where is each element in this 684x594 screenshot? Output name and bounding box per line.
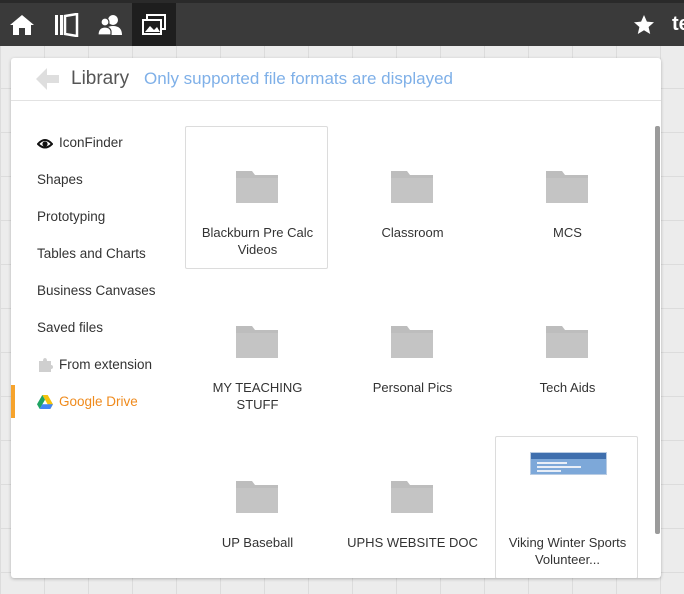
images-button[interactable] xyxy=(132,3,176,46)
file-name: Blackburn Pre Calc Videos xyxy=(201,225,314,257)
sidebar-item-iconfinder[interactable]: IconFinder xyxy=(11,124,181,161)
folder-icon xyxy=(236,171,278,203)
folder-tile[interactable]: MY TEACHING STUFF xyxy=(185,281,328,424)
sidebar-item-label: Saved files xyxy=(37,320,104,335)
home-button[interactable] xyxy=(0,3,44,46)
sidebar-item-label: From extension xyxy=(59,357,153,372)
folder-tile[interactable]: Classroom xyxy=(340,126,483,269)
google-drive-icon xyxy=(37,394,53,410)
sidebar-item-label: Google Drive xyxy=(59,394,138,409)
library-button[interactable] xyxy=(44,3,88,46)
users-button[interactable] xyxy=(88,3,132,46)
sidebar-item-business-canvases[interactable]: Business Canvases xyxy=(11,272,181,309)
star-icon xyxy=(634,14,654,34)
folder-icon xyxy=(236,481,278,513)
books-icon xyxy=(55,12,79,37)
folder-tile[interactable]: UPHS WEBSITE DOC xyxy=(340,436,483,578)
folder-icon xyxy=(546,326,588,358)
folder-tile[interactable]: UP Baseball xyxy=(185,436,328,578)
sidebar-item-label: Shapes xyxy=(37,172,83,187)
folder-tile[interactable]: Blackburn Pre Calc Videos xyxy=(185,126,328,269)
file-name: Tech Aids xyxy=(539,380,596,395)
file-name: UPHS WEBSITE DOC xyxy=(347,535,478,550)
user-name[interactable]: te xyxy=(672,13,684,36)
file-name: Personal Pics xyxy=(372,380,453,395)
sidebar-item-tables-and-charts[interactable]: Tables and Charts xyxy=(11,235,181,272)
scrollbar[interactable] xyxy=(655,126,660,534)
users-icon xyxy=(97,14,122,36)
sidebar-item-shapes[interactable]: Shapes xyxy=(11,161,181,198)
dialog-subtitle: Only supported file formats are displaye… xyxy=(144,69,453,88)
home-icon xyxy=(10,14,34,35)
sidebar-item-prototyping[interactable]: Prototyping xyxy=(11,198,181,235)
sidebar-item-saved-files[interactable]: Saved files xyxy=(11,309,181,346)
sidebar-item-from-extension[interactable]: From extension xyxy=(11,346,181,383)
top-toolbar: te xyxy=(0,0,684,46)
sidebar-item-google-drive[interactable]: Google Drive xyxy=(11,383,181,420)
folder-icon xyxy=(391,481,433,513)
file-name: Viking Winter Sports Volunteer... xyxy=(508,535,627,567)
folder-icon xyxy=(236,326,278,358)
document-tile[interactable]: Viking Winter Sports Volunteer... xyxy=(495,436,638,578)
iconfinder-icon xyxy=(37,135,53,151)
dialog-title: Library xyxy=(71,68,130,89)
folder-icon xyxy=(391,326,433,358)
library-dialog: Library Only supported file formats are … xyxy=(11,58,661,578)
favorites-button[interactable] xyxy=(622,3,666,46)
folder-icon xyxy=(546,171,588,203)
sidebar-item-label: Tables and Charts xyxy=(37,246,146,261)
dialog-header: Library Only supported file formats are … xyxy=(11,58,661,101)
file-name: MY TEACHING STUFF xyxy=(212,380,303,412)
file-name: MCS xyxy=(553,225,582,240)
images-icon xyxy=(142,13,166,35)
document-thumbnail xyxy=(530,452,607,475)
folder-tile[interactable]: MCS xyxy=(495,126,638,269)
back-arrow-icon[interactable] xyxy=(35,67,61,91)
sidebar-item-label: IconFinder xyxy=(59,135,123,150)
puzzle-icon xyxy=(37,357,53,373)
folder-tile[interactable]: Tech Aids xyxy=(495,281,638,424)
library-sources: IconFinder Shapes Prototyping Tables and… xyxy=(11,124,181,420)
file-name: UP Baseball xyxy=(221,535,294,550)
folder-icon xyxy=(391,171,433,203)
file-name: Classroom xyxy=(381,225,444,240)
sidebar-item-label: Business Canvases xyxy=(37,283,156,298)
sidebar-item-label: Prototyping xyxy=(37,209,106,224)
folder-tile[interactable]: Personal Pics xyxy=(340,281,483,424)
